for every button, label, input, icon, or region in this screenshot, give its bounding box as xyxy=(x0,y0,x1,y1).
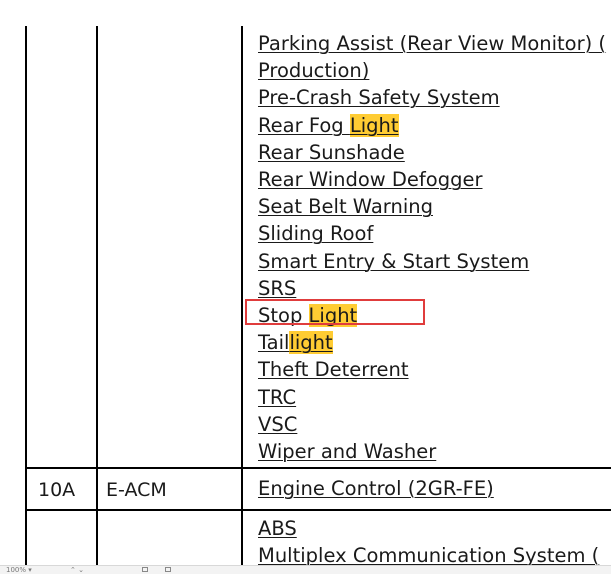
circuit-link-trc[interactable]: TRC xyxy=(258,386,296,409)
circuit-link-parking-assist-rear-view-monitor[interactable]: Parking Assist (Rear View Monitor) ( xyxy=(258,33,606,55)
fuse-name-cell: E-ACM xyxy=(106,479,167,501)
fit-width-icon[interactable] xyxy=(165,567,171,572)
circuit-link-taillight[interactable]: Taillight xyxy=(258,331,333,355)
page-view-icon[interactable] xyxy=(142,567,148,572)
circuit-link-theft-deterrent[interactable]: Theft Deterrent xyxy=(258,359,409,381)
circuit-link-sliding-roof[interactable]: Sliding Roof xyxy=(258,223,373,245)
circuit-link-srs[interactable]: SRS xyxy=(258,277,296,300)
circuit-link-engine-control[interactable]: Engine Control (2GR-FE) xyxy=(258,478,494,500)
table-border-left xyxy=(25,26,27,573)
circuit-link-pre-crash-safety-system[interactable]: Pre-Crash Safety System xyxy=(258,87,500,109)
search-highlight: light xyxy=(289,331,333,355)
table-border-col3 xyxy=(241,26,243,573)
amperage-cell: 10A xyxy=(38,479,76,501)
zoom-level[interactable]: 100% ▾ xyxy=(6,567,32,574)
circuit-link-abs[interactable]: ABS xyxy=(258,518,297,540)
link-text: Tail xyxy=(258,331,290,355)
circuit-link-vsc[interactable]: VSC xyxy=(258,413,297,436)
selection-highlight-box xyxy=(245,299,425,325)
table-row-divider-top xyxy=(25,467,611,469)
table-row-divider-bottom xyxy=(25,509,611,511)
circuit-link-multiplex-communication-system[interactable]: Multiplex Communication System ( xyxy=(258,545,599,567)
circuit-link-smart-entry-start-system[interactable]: Smart Entry & Start System xyxy=(258,250,529,273)
table-border-col2 xyxy=(96,26,98,573)
circuit-link-seat-belt-warning[interactable]: Seat Belt Warning xyxy=(258,196,433,218)
link-text: Rear Fog xyxy=(258,113,350,137)
circuit-link-rear-sunshade[interactable]: Rear Sunshade xyxy=(258,141,405,164)
circuit-link-production[interactable]: Production) xyxy=(258,60,369,82)
circuit-link-rear-window-defogger[interactable]: Rear Window Defogger xyxy=(258,169,483,191)
search-highlight: Light xyxy=(349,113,399,137)
circuit-link-wiper-and-washer[interactable]: Wiper and Washer xyxy=(258,441,436,463)
page-nav-arrows[interactable]: ⌃ ⌄ xyxy=(70,567,84,574)
circuit-link-rear-fog-light[interactable]: Rear Fog Light xyxy=(258,113,399,137)
